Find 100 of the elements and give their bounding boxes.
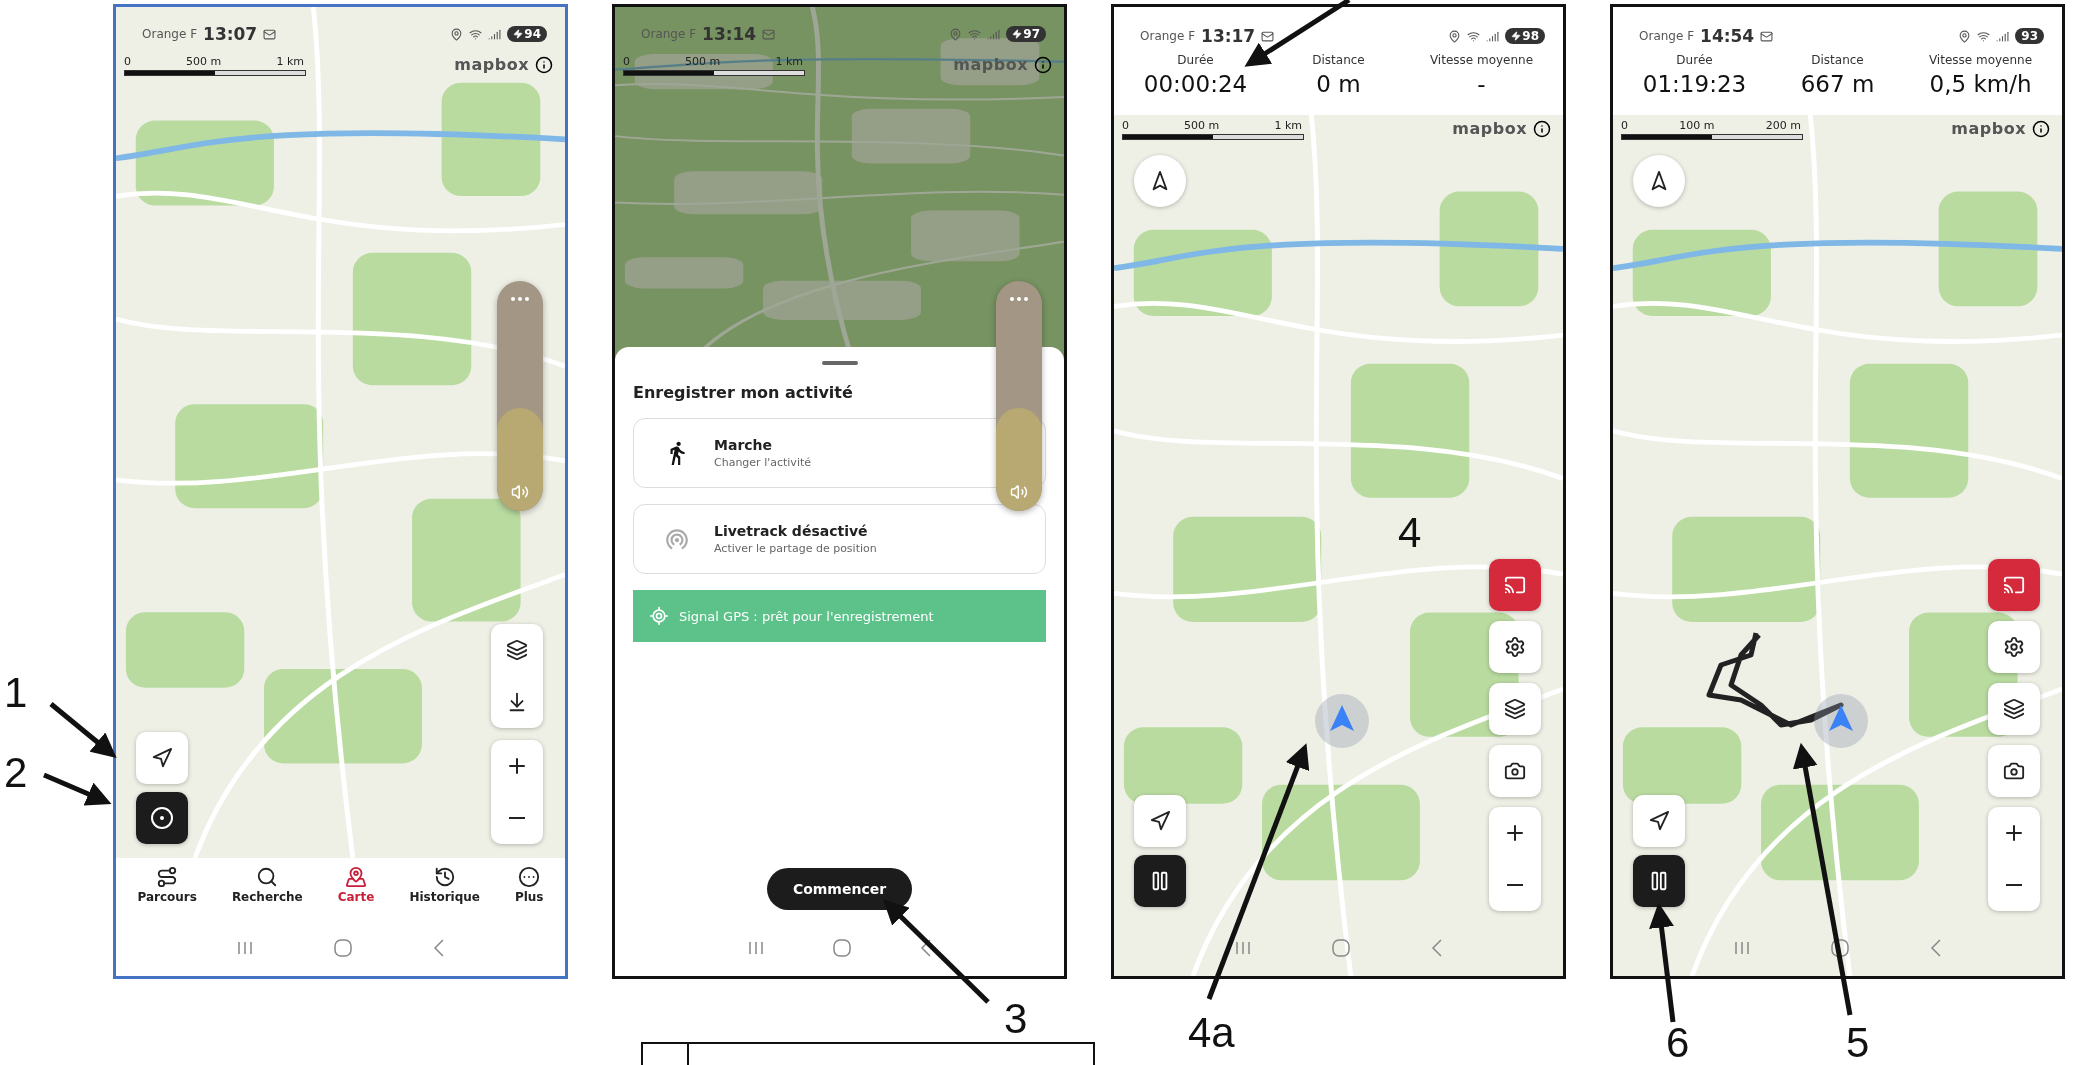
status-time: 13:17: [1201, 26, 1256, 46]
scale-label: 500 m: [685, 55, 721, 68]
record-button[interactable]: [136, 792, 188, 844]
pause-button[interactable]: [1134, 855, 1186, 907]
position-marker: [1314, 693, 1370, 749]
battery-level: 97: [1006, 26, 1046, 42]
option-subtitle: Changer l'activité: [714, 456, 812, 469]
layers-button[interactable]: [1988, 683, 2040, 735]
stat-label: Vitesse moyenne: [1928, 53, 2033, 67]
info-icon[interactable]: [1533, 119, 1551, 138]
callout-number: 4a: [1188, 1012, 1235, 1054]
speaker-icon: [511, 483, 529, 501]
home-button[interactable]: [1830, 939, 1849, 957]
nav-tab[interactable]: Historique: [405, 866, 484, 920]
screen-share-button[interactable]: [1988, 559, 2040, 611]
record-icon: [150, 806, 174, 830]
minus-icon: [509, 817, 525, 819]
locate-button[interactable]: [1633, 795, 1685, 847]
camera-button[interactable]: [1489, 745, 1541, 797]
volume-slider[interactable]: [497, 281, 543, 511]
carrier-name: Orange F: [641, 27, 697, 41]
nav-tab[interactable]: Carte: [333, 866, 379, 920]
location-icon: [949, 27, 963, 41]
wifi-icon: [469, 27, 483, 41]
signal-icon: [1996, 29, 2010, 43]
volume-slider[interactable]: [996, 281, 1042, 511]
signal-icon: [987, 27, 1001, 41]
option-subtitle: Activer le partage de position: [714, 542, 877, 555]
navigation-arrow-icon: [1149, 810, 1171, 832]
stat-label: Durée: [1177, 53, 1214, 67]
tab-icon: [256, 866, 279, 888]
wifi-icon: [1977, 29, 1991, 43]
status-time: 13:14: [702, 24, 757, 44]
locate-button[interactable]: [1134, 795, 1186, 847]
wifi-icon: [968, 27, 982, 41]
map-attribution: mapbox: [1951, 119, 2026, 138]
locate-button[interactable]: [136, 732, 188, 784]
gps-status-text: Signal GPS : prêt pour l'enregistrement: [679, 608, 934, 624]
stat-value: 0,5 km/h: [1929, 71, 2032, 97]
mail-icon: [1760, 29, 1774, 43]
battery-level: 93: [2015, 28, 2044, 44]
stat-label: Distance: [1312, 53, 1365, 67]
tab-icon: [156, 866, 179, 888]
scale-label: 0: [623, 55, 630, 68]
callout-number: 6: [1666, 1022, 1690, 1064]
scale-label: 100 m: [1679, 119, 1715, 132]
screen-share-button[interactable]: [1489, 559, 1541, 611]
camera-button[interactable]: [1988, 745, 2040, 797]
navigation-arrow-icon: [1648, 810, 1670, 832]
scale-label: 1 km: [276, 55, 304, 68]
battery-level: 94: [507, 26, 547, 42]
info-icon[interactable]: [535, 55, 553, 74]
sheet-handle[interactable]: [821, 361, 858, 365]
bolt-icon: [1012, 29, 1023, 39]
settings-button[interactable]: [1489, 621, 1541, 673]
callout-number: 2: [4, 752, 28, 794]
info-icon[interactable]: [1034, 55, 1052, 74]
map-attribution: mapbox: [454, 55, 529, 74]
tab-icon: [345, 866, 368, 888]
bolt-icon: [1511, 31, 1522, 41]
layers-button[interactable]: [1489, 683, 1541, 735]
scale-label: 500 m: [1184, 119, 1220, 132]
start-button[interactable]: Commencer: [766, 868, 913, 910]
mail-icon: [263, 27, 277, 41]
camera-icon: [2003, 760, 2025, 782]
nav-tab[interactable]: Parcours: [133, 866, 201, 920]
nav-tab[interactable]: Recherche: [227, 866, 307, 920]
minus-icon: [2006, 884, 2022, 886]
carrier-name: Orange F: [1140, 29, 1196, 43]
location-icon: [1448, 29, 1462, 43]
callout-number: 3: [1004, 998, 1028, 1040]
stat-value: -: [1477, 71, 1486, 97]
navigation-arrow-icon: [151, 747, 173, 769]
sheet-title: Enregistrer mon activité: [633, 383, 854, 402]
stat-value: 01:19:23: [1642, 71, 1747, 97]
status-time: 13:07: [203, 24, 258, 44]
info-icon[interactable]: [2032, 119, 2050, 138]
more-icon[interactable]: [511, 297, 529, 301]
minus-icon: [1507, 884, 1523, 886]
more-icon[interactable]: [1010, 297, 1028, 301]
speaker-icon: [1010, 483, 1028, 501]
gps-icon: [649, 606, 669, 626]
battery-level: 98: [1505, 28, 1545, 44]
settings-button[interactable]: [1988, 621, 2040, 673]
stat-value: 00:00:24: [1143, 71, 1248, 97]
callout-arrow: [49, 702, 117, 758]
pause-button[interactable]: [1633, 855, 1685, 907]
signal-icon: [1486, 29, 1500, 43]
scale-label: 0: [1122, 119, 1129, 132]
screen-share-icon: [2003, 574, 2025, 596]
activity-option[interactable]: Livetrack désactivé Activer le partage de position: [633, 504, 1046, 574]
option-title: Livetrack désactivé: [714, 523, 869, 539]
stat-value: 667 m: [1800, 71, 1875, 97]
settings-icon: [2003, 636, 2025, 658]
nav-tab[interactable]: Plus: [510, 866, 548, 920]
callout-number: 1: [4, 672, 28, 714]
back-button[interactable]: [919, 939, 932, 957]
stat-label: Vitesse moyenne: [1429, 53, 1534, 67]
scale-label: 0: [1621, 119, 1628, 132]
location-icon: [450, 27, 464, 41]
